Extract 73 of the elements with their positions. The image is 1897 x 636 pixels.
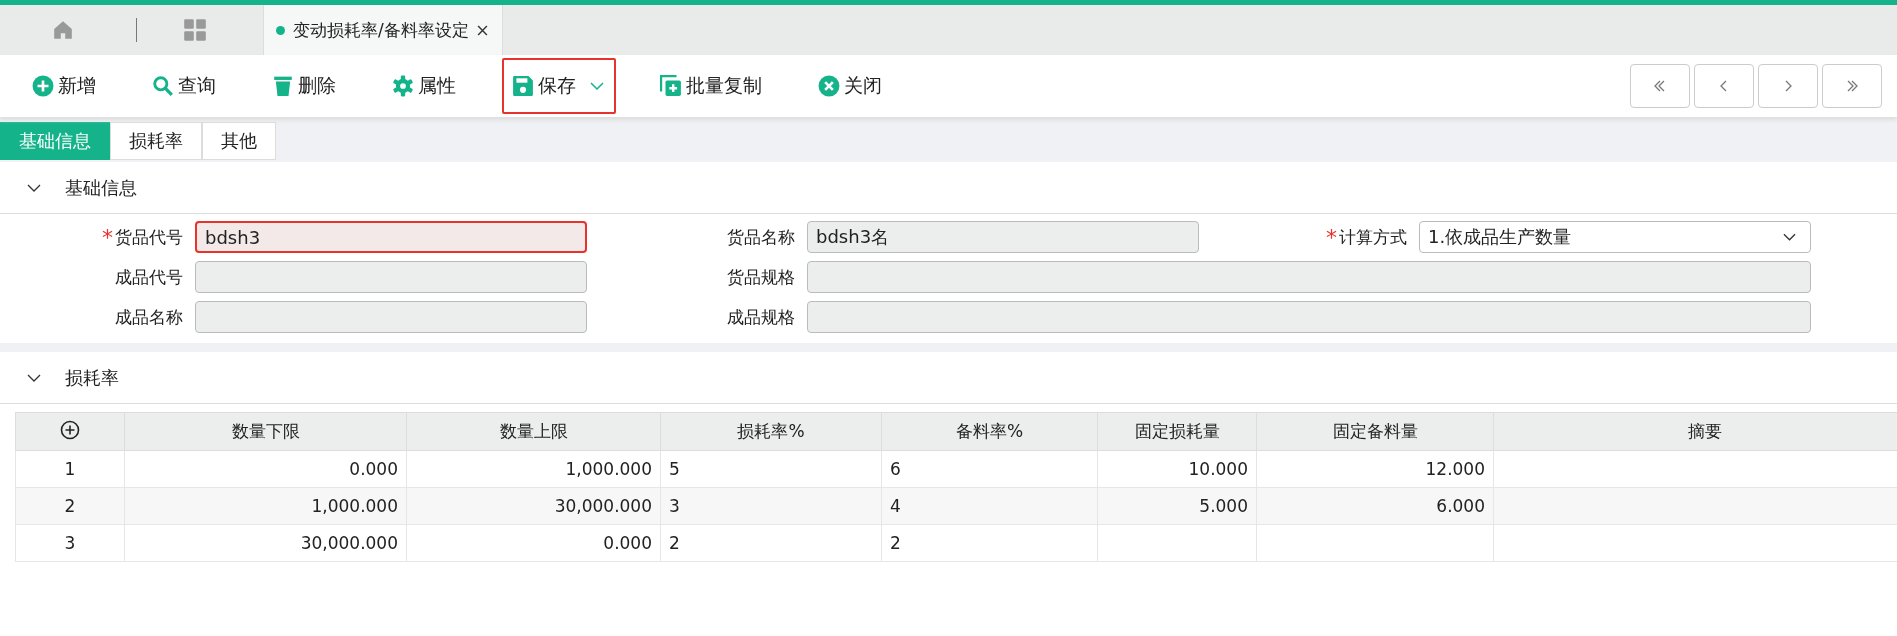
input-field[interactable]: [195, 301, 587, 333]
grid-icon[interactable]: [183, 18, 207, 42]
select-field[interactable]: 1.依成品生产数量: [1419, 221, 1811, 253]
table-cell: 10.000: [1188, 459, 1248, 479]
toolbar-button[interactable]: 批量复制: [650, 58, 774, 114]
search-icon: [152, 75, 174, 97]
table-cell: 0.000: [349, 459, 398, 479]
table-cell: 2: [669, 533, 680, 553]
field-label: 计算方式: [1339, 225, 1407, 249]
input-field[interactable]: [195, 261, 587, 293]
field-label: 成品名称: [115, 305, 183, 329]
field-label: 货品代号: [115, 225, 183, 249]
table-cell: 2: [64, 496, 76, 516]
input-field[interactable]: [807, 261, 1811, 293]
column-header: 摘要: [1687, 421, 1722, 441]
input-field[interactable]: bdsh3: [195, 221, 587, 253]
close-circle-icon: [818, 75, 840, 97]
field-label: 货品名称: [727, 225, 795, 249]
table-cell: 3: [64, 533, 76, 553]
table-cell: 4: [890, 496, 901, 516]
toolbar-button[interactable]: 删除: [262, 58, 348, 114]
chevron-icon[interactable]: [27, 373, 41, 382]
table-cell: 0.000: [603, 533, 652, 553]
status-dot: [276, 25, 285, 35]
toolbar-button[interactable]: 新增: [22, 58, 108, 114]
table-cell: 12.000: [1425, 459, 1485, 479]
toolbar-button[interactable]: 保存: [502, 58, 616, 114]
sub-tab[interactable]: 损耗率: [110, 121, 202, 160]
column-header: 损耗率%: [737, 421, 805, 441]
column-header: 数量下限: [231, 421, 300, 441]
input-field[interactable]: bdsh3名: [807, 221, 1199, 253]
required-mark: *: [1326, 224, 1337, 250]
caret-icon: [590, 82, 604, 90]
first-page-button[interactable]: [1630, 64, 1690, 108]
section-title: 基础信息: [65, 175, 137, 200]
home-icon[interactable]: [52, 19, 74, 41]
column-header: 固定备料量: [1332, 421, 1418, 441]
next-button[interactable]: [1758, 64, 1818, 108]
table-cell: 1,000.000: [311, 496, 398, 516]
add-row-icon[interactable]: [60, 419, 80, 440]
field-label: 成品规格: [727, 305, 795, 329]
sub-tab[interactable]: 其他: [202, 121, 276, 160]
window-tab[interactable]: 变动损耗率/备料率设定: [263, 5, 503, 55]
column-header: 固定损耗量: [1134, 421, 1220, 441]
table-cell: 6: [890, 459, 901, 479]
field-label: 成品代号: [115, 265, 183, 289]
last-page-button[interactable]: [1822, 64, 1882, 108]
toolbar-button[interactable]: 关闭: [808, 58, 894, 114]
column-header: 备料率%: [955, 421, 1024, 441]
table-cell: 30,000.000: [300, 533, 398, 553]
table-cell: 1: [64, 459, 76, 479]
input-field[interactable]: [807, 301, 1811, 333]
caret-icon: [1783, 233, 1796, 241]
table-cell: 5: [669, 459, 680, 479]
plus-circle-icon: [32, 75, 54, 97]
toolbar-button[interactable]: 查询: [142, 58, 228, 114]
section-title: 损耗率: [65, 365, 119, 390]
column-header: 数量上限: [499, 421, 568, 441]
table-cell: 2: [890, 533, 901, 553]
field-label: 货品规格: [727, 265, 795, 289]
trash-icon: [272, 75, 294, 97]
chevron-icon[interactable]: [27, 183, 41, 192]
previous-button[interactable]: [1694, 64, 1754, 108]
toolbar-button[interactable]: 属性: [382, 58, 468, 114]
copy-plus-icon: [660, 75, 682, 97]
required-mark: *: [102, 224, 113, 250]
table-cell: 1,000.000: [565, 459, 652, 479]
gear-icon: [392, 75, 414, 97]
table-cell: 3: [669, 496, 680, 516]
close-icon[interactable]: [476, 24, 488, 36]
table-cell: 30,000.000: [554, 496, 652, 516]
table-cell: 5.000: [1199, 496, 1248, 516]
table-cell: 6.000: [1436, 496, 1485, 516]
